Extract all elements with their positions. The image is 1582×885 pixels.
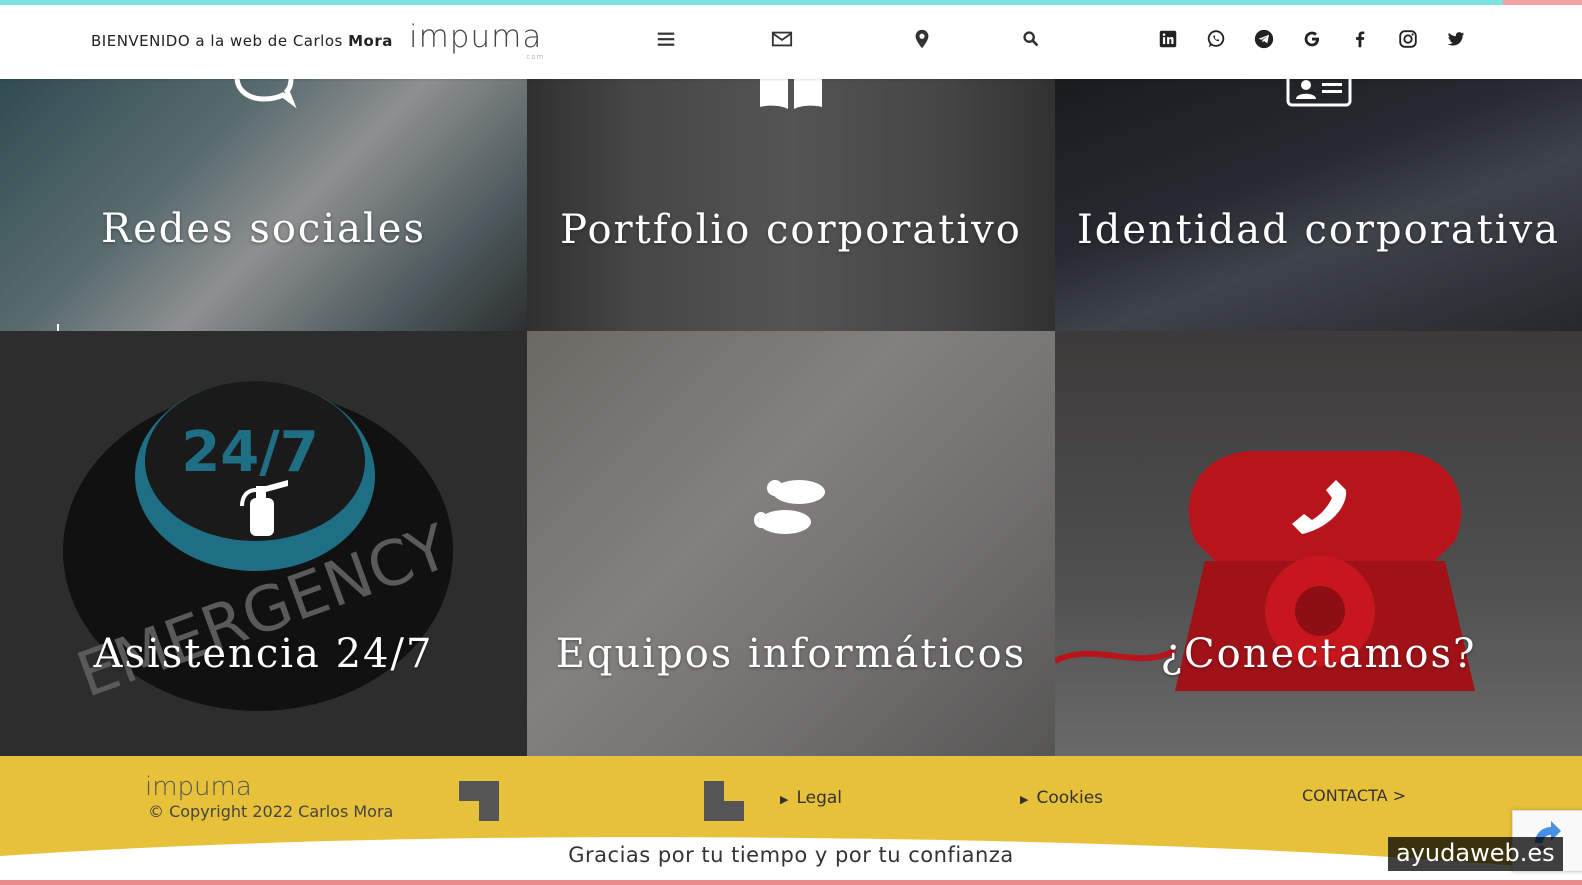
chat-bubble-icon [234,79,297,109]
tile-portfolio-corporativo[interactable]: Portfolio corporativo [527,79,1055,331]
tile-identidad-corporativa[interactable]: Identidad corporativa [1055,79,1582,331]
logo-text: impuma [409,19,543,55]
bottom-accent-bar [0,880,1582,885]
welcome-prefix: BIENVENIDO a la web de Carlos [91,32,343,50]
caret-right-icon: ▶ [1020,793,1029,806]
logo-sub: .com [523,53,545,61]
site-header: BIENVENIDO a la web de Carlos Mora impum… [0,5,1582,79]
site-logo[interactable]: impuma .com [409,19,543,61]
twitter-icon[interactable] [1444,27,1468,51]
welcome-text: BIENVENIDO a la web de Carlos Mora [91,32,393,50]
legal-label: Legal [796,788,843,808]
id-card-icon [1286,79,1351,107]
legal-link[interactable]: ▶ Legal [780,788,842,808]
footprints-icon [754,480,825,534]
location-pin-icon[interactable] [910,27,934,51]
welcome-name: Mora [348,32,393,50]
footer-logo[interactable]: impuma [145,772,252,802]
book-icon [760,79,822,109]
tile-title: ¿Conectamos? [1160,631,1477,677]
watermark: ayudaweb.es [1388,837,1563,871]
caret-right-icon: ▶ [780,793,789,806]
decorative-shape [704,781,744,821]
menu-icon[interactable] [654,27,678,51]
thanks-message: Gracias por tu tiempo y por tu confianza [568,843,1014,867]
tile-redes-sociales[interactable]: Redes sociales [0,79,527,331]
tile-overlay [527,331,1055,756]
tile-title: Redes sociales [101,206,426,252]
tile-equipos-informaticos[interactable]: Equipos informáticos [527,331,1055,756]
decorative-shape [459,781,499,821]
scroll-down-arrow-icon[interactable] [44,322,72,331]
facebook-icon[interactable] [1348,27,1372,51]
tile-title: Identidad corporativa [1076,207,1561,253]
contact-link[interactable]: CONTACTA > [1302,786,1406,805]
google-icon[interactable] [1300,27,1324,51]
fire-extinguisher-icon [239,480,288,536]
tile-overlay [0,79,527,331]
tile-asistencia-24-7[interactable]: 24/7 EMERGENCY Asistencia 24/7 [0,331,527,756]
emergency-button-illustration: 24/7 EMERGENCY [63,381,458,712]
mail-icon[interactable] [770,27,794,51]
search-icon[interactable] [1019,27,1043,51]
tile-title: Asistencia 24/7 [93,631,434,677]
phone-icon [1291,480,1346,534]
services-grid: Redes sociales Portfolio corporativo Ide… [0,79,1582,756]
tile-conectamos[interactable]: ¿Conectamos? [1055,331,1582,756]
tile-title: Equipos informáticos [555,631,1027,677]
tile-title: Portfolio corporativo [560,207,1022,253]
instagram-icon[interactable] [1396,27,1420,51]
linkedin-icon[interactable] [1156,27,1180,51]
cookies-link[interactable]: ▶ Cookies [1020,788,1103,808]
whatsapp-icon[interactable] [1204,27,1228,51]
tile-overlay [1055,79,1582,331]
red-telephone-illustration [1055,451,1475,691]
cookies-label: Cookies [1036,788,1104,808]
copyright-text: © Copyright 2022 Carlos Mora [148,802,394,821]
telegram-icon[interactable] [1252,27,1276,51]
tile-overlay [527,79,1055,331]
